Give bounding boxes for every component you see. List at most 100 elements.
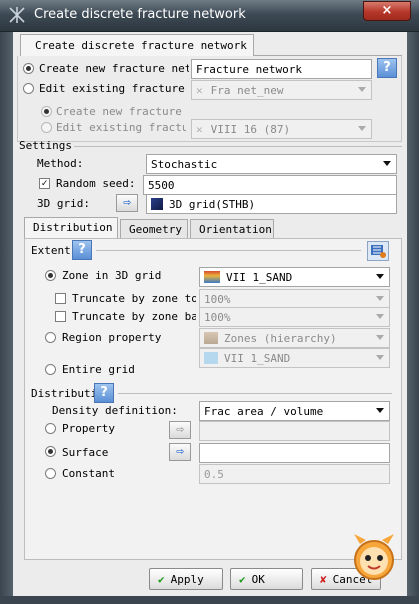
- zone-value: VII 1_SAND: [226, 271, 293, 284]
- chevron-down-icon: [376, 355, 384, 360]
- chevron-down-icon: [376, 296, 384, 301]
- region-label: Region property: [62, 331, 162, 344]
- random-seed-label: Random seed:: [56, 177, 136, 190]
- 3d-grid-icon: [151, 198, 163, 210]
- surface-radio[interactable]: [45, 446, 56, 457]
- tab-geometry[interactable]: Geometry: [120, 219, 188, 239]
- ok-label: OK: [251, 573, 265, 586]
- zone-color-swatch: [204, 352, 218, 364]
- region-zone-combo[interactable]: VII 1_SAND: [199, 348, 390, 368]
- region-sub-value: VII 1_SAND: [224, 352, 291, 365]
- chevron-down-icon: [376, 408, 384, 413]
- chevron-down-icon: [376, 335, 384, 340]
- method-value: Stochastic: [151, 158, 218, 171]
- property-radio[interactable]: [45, 423, 56, 434]
- grid-settings-icon[interactable]: [367, 241, 389, 261]
- cancel-icon: ✘: [320, 573, 327, 586]
- method-label: Method:: [37, 157, 84, 170]
- checkmark-icon: ✔: [239, 573, 246, 586]
- property-arrow-icon[interactable]: ⇨: [169, 421, 191, 439]
- edit-set-label: Edit existing fracture: [56, 121, 186, 134]
- surface-arrow-icon[interactable]: ⇨: [169, 443, 191, 461]
- tab-create-fracture-network[interactable]: Create discrete fracture network: [20, 34, 254, 56]
- network-name-input[interactable]: Fracture network: [191, 59, 372, 79]
- edit-set-radio[interactable]: [41, 122, 52, 133]
- random-seed-input[interactable]: 5500: [143, 175, 397, 195]
- create-new-radio[interactable]: [23, 63, 34, 74]
- grid-drop-field[interactable]: 3D grid(STHB): [146, 194, 397, 214]
- density-label: Density definition:: [52, 404, 178, 417]
- settings-header: Settings: [19, 139, 72, 152]
- chevron-down-icon: [376, 314, 384, 319]
- mascot-sticker: [346, 530, 402, 592]
- extent-help-icon[interactable]: ?: [72, 240, 92, 260]
- region-combo[interactable]: Zones (hierarchy): [199, 328, 390, 348]
- constant-radio[interactable]: [45, 468, 56, 479]
- ok-button[interactable]: ✔ OK: [230, 568, 303, 590]
- close-button[interactable]: ×: [363, 1, 411, 21]
- density-combo[interactable]: Frac area / volume: [199, 401, 390, 421]
- tab-orientation[interactable]: Orientation: [190, 219, 274, 239]
- window-frame-left: [0, 32, 13, 604]
- help-icon[interactable]: ?: [377, 58, 397, 78]
- constant-label: Constant: [62, 467, 115, 480]
- distribution-header: Distributio: [31, 387, 97, 400]
- constant-input[interactable]: 0.5: [199, 464, 390, 484]
- fracture-network-icon: ✕: [196, 84, 203, 97]
- truncate-base-checkbox[interactable]: [55, 311, 66, 322]
- insert-arrow-icon[interactable]: ⇨: [116, 194, 138, 212]
- entire-grid-radio[interactable]: [45, 364, 56, 375]
- fracture-set-icon: ✕: [196, 123, 203, 136]
- density-value: Frac area / volume: [204, 405, 324, 418]
- region-radio[interactable]: [45, 332, 56, 343]
- distribution-help-icon[interactable]: ?: [94, 383, 114, 403]
- method-combo[interactable]: Stochastic: [146, 154, 397, 174]
- chevron-down-icon: [383, 161, 391, 166]
- grid-label: 3D grid:: [37, 197, 90, 210]
- distribution-separator: [118, 393, 392, 394]
- edit-existing-radio[interactable]: [23, 83, 34, 94]
- zone-radio[interactable]: [45, 270, 56, 281]
- property-label: Property: [62, 422, 115, 435]
- chevron-down-icon: [358, 126, 366, 131]
- zone-label: Zone in 3D grid: [62, 269, 162, 282]
- chevron-down-icon: [376, 274, 384, 279]
- fracture-set-value: VIII 16 (87): [210, 123, 291, 136]
- truncate-top-label: Truncate by zone top: [72, 292, 196, 305]
- random-seed-checkbox[interactable]: ✓: [39, 178, 50, 189]
- existing-network-combo[interactable]: ✕ Fra net_new: [191, 80, 372, 100]
- grid-value: 3D grid(STHB): [169, 198, 256, 211]
- app-icon: [8, 6, 26, 24]
- zone-icon: [204, 271, 220, 283]
- window-frame-right: [407, 32, 419, 604]
- truncate-base-label: Truncate by zone base: [72, 310, 196, 323]
- surface-input[interactable]: [199, 443, 390, 463]
- zones-hierarchy-icon: [204, 332, 218, 344]
- property-input[interactable]: [199, 421, 390, 441]
- entire-grid-label: Entire grid: [62, 363, 135, 376]
- checkmark-icon: ✔: [158, 573, 165, 586]
- apply-button[interactable]: ✔ Apply: [149, 568, 223, 590]
- settings-separator: [74, 146, 402, 147]
- extent-separator: [96, 250, 361, 251]
- fracture-set-combo[interactable]: ✕ VIII 16 (87): [191, 119, 372, 139]
- window-title: Create discrete fracture network: [34, 7, 246, 22]
- truncate-top-value: 100%: [204, 293, 231, 306]
- truncate-base-combo[interactable]: 100%: [199, 307, 390, 327]
- existing-network-value: Fra net_new: [210, 84, 284, 97]
- region-value: Zones (hierarchy): [224, 332, 337, 345]
- tab-distribution[interactable]: Distribution: [24, 217, 118, 238]
- create-set-label: Create new fracture se: [56, 105, 186, 118]
- truncate-base-value: 100%: [204, 311, 231, 324]
- edit-existing-label: Edit existing fracture ne: [39, 82, 189, 95]
- create-new-label: Create new fracture netwo: [39, 62, 189, 75]
- truncate-top-combo[interactable]: 100%: [199, 289, 390, 309]
- apply-label: Apply: [170, 573, 204, 586]
- chevron-down-icon: [358, 87, 366, 92]
- create-set-radio[interactable]: [41, 106, 52, 117]
- zone-combo[interactable]: VII 1_SAND: [199, 267, 390, 287]
- extent-header: Extent: [31, 244, 71, 257]
- window-frame-bottom: [0, 596, 419, 604]
- truncate-top-checkbox[interactable]: [55, 293, 66, 304]
- surface-label: Surface: [62, 446, 109, 459]
